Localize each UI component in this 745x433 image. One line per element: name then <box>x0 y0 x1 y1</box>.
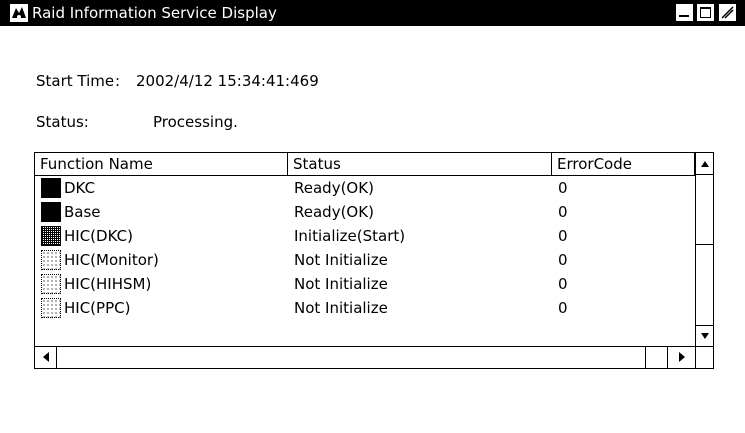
solid-indicator-icon <box>41 202 61 222</box>
start-time-value: 2002/4/12 15:34:41:469 <box>136 72 319 90</box>
function-name-cell: HIC(PPC) <box>64 299 131 317</box>
arrow-right-icon <box>678 352 685 362</box>
list-row[interactable]: HIC(DKC) Initialize(Start) 0 <box>35 224 695 248</box>
dotted-indicator-icon <box>41 274 61 294</box>
arrow-up-icon <box>701 161 709 167</box>
column-header-status[interactable]: Status <box>288 153 552 175</box>
scrollbar-corner <box>695 346 714 368</box>
minimize-icon <box>679 15 689 17</box>
scroll-down-button[interactable] <box>696 325 714 346</box>
status-cell: Ready(OK) <box>294 179 374 197</box>
maximize-icon <box>700 7 711 18</box>
status-cell: Not Initialize <box>294 251 388 269</box>
function-name-cell: DKC <box>64 179 96 197</box>
list-header: Function Name Status ErrorCode <box>35 153 695 176</box>
function-name-cell: HIC(Monitor) <box>64 251 159 269</box>
function-list[interactable]: Function Name Status ErrorCode DKC Ready… <box>34 152 714 369</box>
dotted-indicator-icon <box>41 298 61 318</box>
column-header-function-name[interactable]: Function Name <box>35 153 288 175</box>
solid-indicator-icon <box>41 178 61 198</box>
list-rows: DKC Ready(OK) 0 Base Ready(OK) 0 HIC(DKC… <box>35 176 695 320</box>
horizontal-scrollbar[interactable] <box>35 346 695 368</box>
app-logo-icon[interactable] <box>10 4 28 22</box>
scroll-right-button[interactable] <box>667 347 695 368</box>
list-row[interactable]: Base Ready(OK) 0 <box>35 200 695 224</box>
shaded-indicator-icon <box>41 226 61 246</box>
close-button[interactable] <box>719 4 736 21</box>
status-cell: Not Initialize <box>294 299 388 317</box>
error-code-cell: 0 <box>558 251 568 269</box>
window-title: Raid Information Service Display <box>32 4 277 22</box>
error-code-cell: 0 <box>558 203 568 221</box>
horizontal-scroll-thumb[interactable] <box>645 347 667 368</box>
vertical-scroll-thumb[interactable] <box>696 175 714 245</box>
error-code-cell: 0 <box>558 227 568 245</box>
start-time-separator: : <box>115 72 121 90</box>
list-row[interactable]: DKC Ready(OK) 0 <box>35 176 695 200</box>
status-cell: Ready(OK) <box>294 203 374 221</box>
function-name-cell: HIC(DKC) <box>64 227 133 245</box>
list-row[interactable]: HIC(HIHSM) Not Initialize 0 <box>35 272 695 296</box>
scroll-left-button[interactable] <box>35 347 57 368</box>
dotted-indicator-icon <box>41 250 61 270</box>
list-row[interactable]: HIC(PPC) Not Initialize 0 <box>35 296 695 320</box>
title-bar[interactable]: Raid Information Service Display <box>0 0 745 26</box>
column-header-errorcode[interactable]: ErrorCode <box>552 153 695 175</box>
status-cell: Not Initialize <box>294 275 388 293</box>
status-value: Processing. <box>153 113 238 131</box>
status-label: Status: <box>36 113 89 131</box>
error-code-cell: 0 <box>558 299 568 317</box>
error-code-cell: 0 <box>558 275 568 293</box>
function-name-cell: HIC(HIHSM) <box>64 275 152 293</box>
minimize-button[interactable] <box>676 4 693 21</box>
close-icon <box>721 6 734 19</box>
list-row[interactable]: HIC(Monitor) Not Initialize 0 <box>35 248 695 272</box>
function-name-cell: Base <box>64 203 101 221</box>
arrow-down-icon <box>701 333 709 339</box>
error-code-cell: 0 <box>558 179 568 197</box>
vertical-scrollbar[interactable] <box>695 153 714 346</box>
maximize-button[interactable] <box>697 4 714 21</box>
status-cell: Initialize(Start) <box>294 227 406 245</box>
arrow-left-icon <box>42 352 49 362</box>
scroll-up-button[interactable] <box>696 153 714 175</box>
start-time-label: Start Time <box>36 72 115 90</box>
